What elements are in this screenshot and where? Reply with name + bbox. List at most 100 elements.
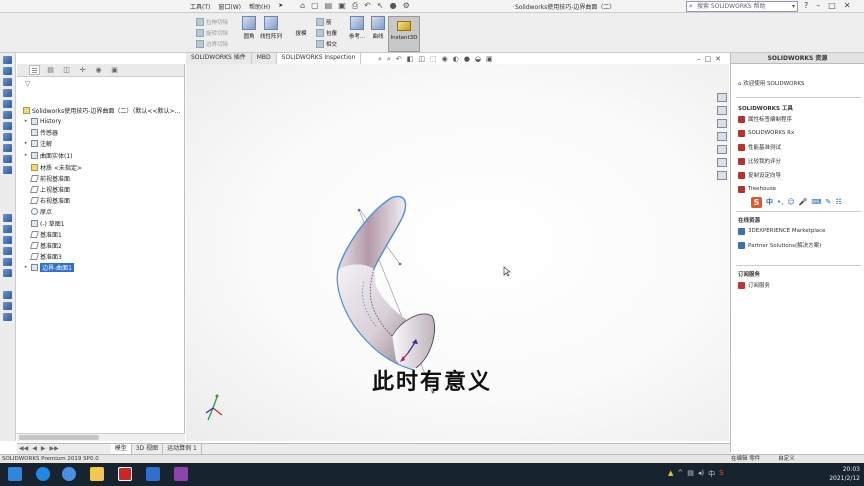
tab-model[interactable]: 模型 bbox=[110, 444, 132, 454]
intersect-button[interactable]: 相交 bbox=[316, 38, 337, 49]
ime-mode-icon[interactable]: 中 bbox=[766, 197, 773, 207]
online-resource-link[interactable]: Partner Solutions(解决方案) bbox=[738, 238, 826, 252]
arc-tool-icon[interactable] bbox=[3, 89, 12, 97]
tools-link[interactable]: SOLIDWORKS Rx bbox=[738, 126, 794, 140]
tree-item[interactable]: 右视基准面 bbox=[23, 195, 70, 205]
viewport-close-icon[interactable]: ✕ bbox=[715, 55, 721, 63]
undo-icon[interactable]: ↶ bbox=[364, 1, 371, 11]
tree-item[interactable]: 传感器 bbox=[23, 127, 58, 137]
tools-link[interactable]: 属性标签编制程序 bbox=[738, 112, 794, 126]
tree-item[interactable]: 上视基准面 bbox=[23, 184, 70, 194]
ime-voice-icon[interactable]: 🎤 bbox=[799, 198, 808, 206]
dimension-tool-icon[interactable] bbox=[3, 166, 12, 174]
circle-tool-icon[interactable] bbox=[3, 78, 12, 86]
hide-show-icon[interactable]: ◐ bbox=[453, 55, 459, 64]
dynamic-annotation-icon[interactable]: ◫ bbox=[418, 55, 425, 64]
ime-keyboard-icon[interactable]: ⌨ bbox=[811, 198, 821, 206]
reference-geometry-button[interactable]: 参考... bbox=[346, 16, 368, 40]
chevron-down-icon[interactable]: ▾ bbox=[792, 2, 795, 11]
zoom-to-fit-icon[interactable]: ⌕ bbox=[378, 55, 382, 64]
horizontal-scrollbar[interactable] bbox=[17, 433, 185, 441]
instant3d-button[interactable]: Instant3D bbox=[388, 16, 420, 52]
tools-link[interactable]: 性能基准测试 bbox=[738, 140, 794, 154]
expand-arrow-icon[interactable]: ▸ bbox=[23, 140, 29, 146]
tray-app-icon[interactable]: ▲ bbox=[668, 469, 673, 479]
tree-item[interactable]: 材质 <未指定> bbox=[23, 162, 82, 172]
tree-item[interactable]: (-) 草图1 bbox=[23, 218, 65, 228]
rebuild-icon[interactable]: ● bbox=[390, 1, 397, 11]
tree-item[interactable]: 基准面1 bbox=[23, 229, 62, 239]
status-units[interactable]: 自定义 bbox=[778, 455, 795, 463]
tray-s-icon[interactable]: S bbox=[719, 469, 723, 479]
viewport-restore-icon[interactable]: □ bbox=[705, 55, 712, 63]
mirror-tool-icon[interactable] bbox=[3, 144, 12, 152]
rib-button[interactable]: 筋 bbox=[316, 16, 337, 27]
new-icon[interactable]: ▢ bbox=[311, 1, 319, 11]
viewport-minimize-icon[interactable]: – bbox=[697, 55, 701, 63]
tab-property-manager-icon[interactable]: ▤ bbox=[45, 65, 56, 75]
tab-custom-properties-icon[interactable] bbox=[717, 158, 727, 167]
tab-motion-study[interactable]: 运动算例 1 bbox=[163, 444, 202, 454]
menu-tools[interactable]: 工具(T) bbox=[190, 2, 210, 11]
section-view-icon[interactable]: ◧ bbox=[407, 55, 414, 64]
display-style-icon[interactable]: ◉ bbox=[442, 55, 448, 64]
close-icon[interactable]: ✕ bbox=[844, 1, 851, 10]
taskbar-clock[interactable]: 20:03 2021/2/12 bbox=[826, 465, 860, 483]
untrim-tool-icon[interactable] bbox=[3, 313, 12, 321]
restore-icon[interactable]: □ bbox=[828, 1, 836, 10]
tab-dimxpert-icon[interactable]: ✛ bbox=[77, 65, 88, 75]
tree-item[interactable]: ▸ 边界-曲面1 bbox=[23, 262, 74, 272]
options-icon[interactable]: ⚙ bbox=[403, 1, 410, 11]
save-icon[interactable]: ▣ bbox=[338, 1, 346, 11]
extend-tool-icon[interactable] bbox=[3, 302, 12, 310]
tree-root[interactable]: Solidworks使用技巧-边界曲面（二）（默认<<默认>... bbox=[23, 105, 180, 115]
ime-skin-icon[interactable]: ✎ bbox=[826, 198, 832, 206]
first-tab-icon[interactable]: ◀◀ bbox=[17, 444, 30, 454]
ime-emoji-icon[interactable]: ☺ bbox=[787, 198, 794, 206]
file-explorer-icon[interactable] bbox=[90, 467, 104, 481]
line-tool-icon[interactable] bbox=[3, 67, 12, 75]
tab-forum-icon[interactable] bbox=[717, 171, 727, 180]
tab-inspection[interactable]: SOLIDWORKS Inspection bbox=[276, 53, 362, 64]
edge-browser-icon[interactable] bbox=[36, 467, 50, 481]
spline-tool-icon[interactable] bbox=[3, 111, 12, 119]
boundary-cut-button[interactable]: 边界切除 bbox=[196, 38, 228, 49]
extruded-cut-button[interactable]: 拉伸切除 bbox=[196, 16, 228, 27]
search-input[interactable]: ⌕ 搜索 SOLIDWORKS 帮助 ▾ bbox=[686, 1, 798, 12]
scrollbar-thumb[interactable] bbox=[19, 435, 99, 440]
tree-item[interactable]: ▸ 注解 bbox=[23, 138, 52, 148]
expand-arrow-icon[interactable]: ▸ bbox=[23, 152, 29, 158]
fill-tool-icon[interactable] bbox=[3, 258, 12, 266]
view-settings-icon[interactable]: ▣ bbox=[486, 55, 493, 64]
tree-item[interactable]: ▸ 曲面实体(1) bbox=[23, 150, 73, 160]
tab-display-manager-icon[interactable]: ◉ bbox=[93, 65, 104, 75]
expand-arrow-icon[interactable]: ▸ bbox=[23, 264, 29, 270]
revolved-cut-button[interactable]: 旋转切除 bbox=[196, 27, 228, 38]
tray-network-icon[interactable]: ▤ bbox=[687, 469, 694, 479]
thicken-tool-icon[interactable] bbox=[3, 291, 12, 299]
ime-menu-icon[interactable]: ☷ bbox=[835, 198, 841, 206]
wrap-button[interactable]: 包覆 bbox=[316, 27, 337, 38]
handle-point[interactable] bbox=[357, 208, 361, 212]
help-icon[interactable]: ? bbox=[804, 1, 808, 10]
linear-pattern-button[interactable]: 线性阵列 bbox=[258, 16, 284, 40]
app-icon[interactable] bbox=[174, 467, 188, 481]
curves-button[interactable]: 曲线 bbox=[367, 16, 389, 40]
surface-tool-icon[interactable] bbox=[3, 214, 12, 222]
expand-arrow-icon[interactable]: ▸ bbox=[23, 118, 29, 124]
scene-icon[interactable]: ◒ bbox=[475, 55, 481, 64]
relation-tool-icon[interactable] bbox=[3, 155, 12, 163]
loft-tool-icon[interactable] bbox=[3, 225, 12, 233]
ime-punct-icon[interactable]: •, bbox=[777, 198, 783, 206]
prev-tab-icon[interactable]: ◀ bbox=[30, 444, 39, 454]
tab-addins[interactable]: SOLIDWORKS 插件 bbox=[186, 53, 252, 64]
offset-tool-icon[interactable] bbox=[3, 133, 12, 141]
ie-browser-icon[interactable] bbox=[62, 467, 76, 481]
boundary-tool-icon[interactable] bbox=[3, 247, 12, 255]
tools-link[interactable]: 复制设定向导 bbox=[738, 168, 794, 182]
tab-design-library-icon[interactable] bbox=[717, 106, 727, 115]
draft-button[interactable]: 拔模 bbox=[289, 29, 313, 37]
zoom-area-icon[interactable]: ⌕ bbox=[387, 55, 391, 64]
previous-view-icon[interactable]: ↶ bbox=[396, 55, 402, 64]
welcome-link[interactable]: ⌂ 欢迎使用 SOLIDWORKS bbox=[738, 79, 804, 87]
